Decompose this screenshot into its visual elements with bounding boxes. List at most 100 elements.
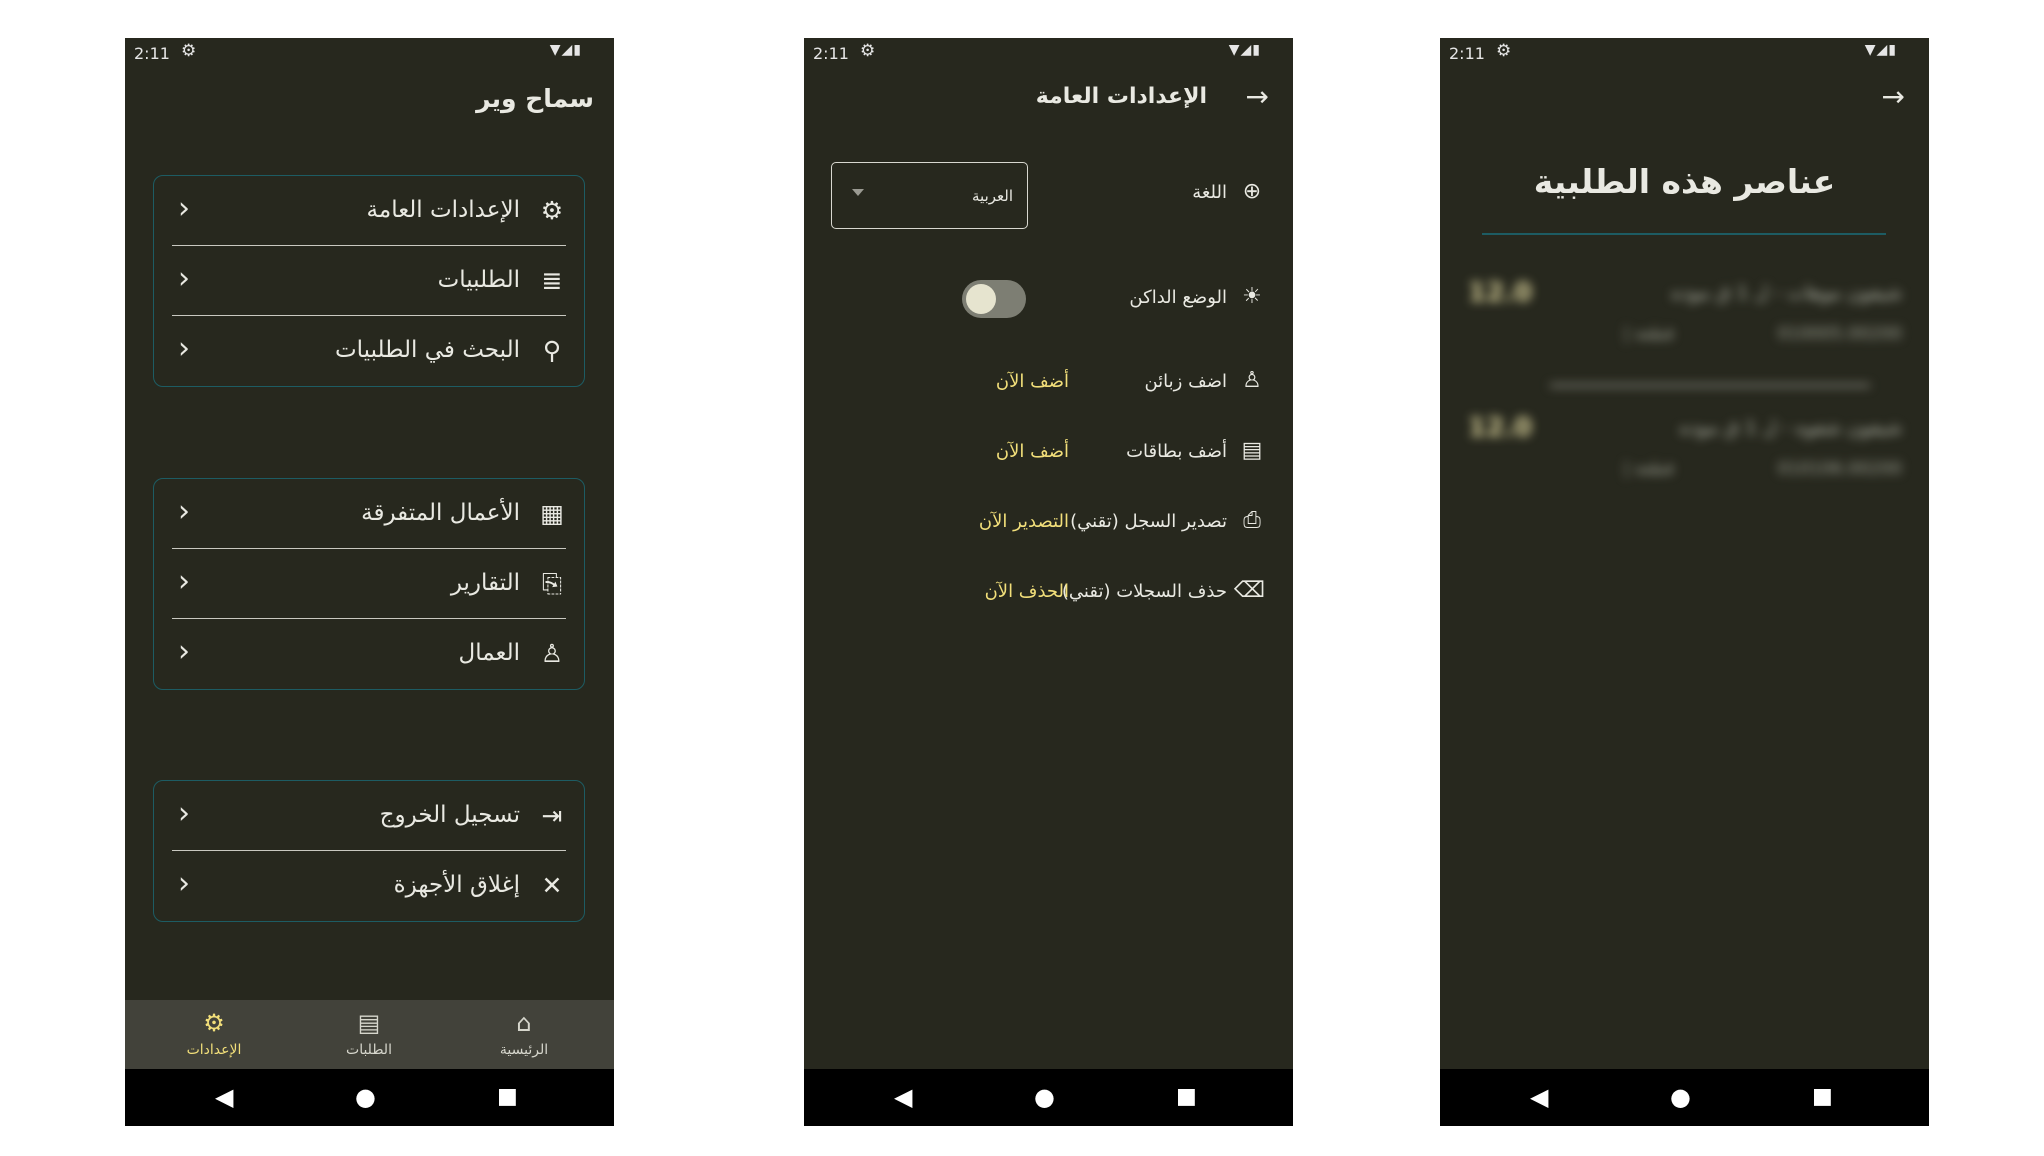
item-unit: قطعة | [1623, 324, 1674, 344]
language-select[interactable]: العربية [831, 162, 1028, 229]
chevron-left-icon: ‹ [178, 331, 190, 366]
chevron-left-icon: ‹ [178, 191, 190, 226]
chevron-left-icon: ‹ [178, 796, 190, 831]
chevron-left-icon: ‹ [178, 866, 190, 901]
dropdown-caret-icon [852, 189, 864, 196]
dark-mode-label: الوضع الداكن [1129, 287, 1227, 308]
system-status-icons: ▼◢▮ [1864, 42, 1897, 58]
gear-icon: ⚙ [540, 196, 564, 225]
language-select-value: العربية [972, 187, 1013, 205]
menu-item-label: تسجيل الخروج [379, 802, 520, 828]
menu-item-label: إغلاق الأجهزة [393, 872, 520, 898]
back-arrow-icon[interactable]: → [1246, 80, 1269, 113]
system-nav-bar: ◀ ● ■ [804, 1069, 1293, 1126]
cards-icon: ▤ [1241, 438, 1263, 463]
order-items-list: شيفون موهات - ل 1 ق موده 12.0 010005.002… [1462, 268, 1908, 508]
list-item[interactable]: شيفون موهات - ل 1 ق موده 12.0 010005.002… [1462, 268, 1908, 368]
status-time: 2:11 [813, 44, 849, 63]
item-name: شيفون موهات - ل 1 ق موده [1671, 282, 1902, 304]
bottom-nav-orders[interactable]: ▤ الطلبات [309, 1008, 429, 1058]
general-settings-screen: 2:11 ⚙ ▼◢▮ → الإعدادات العامة ⊕ اللغة ال… [804, 38, 1293, 1126]
gear-icon: ⚙ [860, 41, 876, 61]
page-title: عناصر هذه الطلبية [1533, 162, 1836, 201]
export-log-label: تصدير السجل (تقني) [1070, 511, 1227, 532]
logout-icon: ⇥ [541, 801, 563, 830]
chevron-left-icon: ‹ [178, 564, 190, 599]
export-now-button[interactable]: التصدير الآن [919, 511, 1069, 532]
add-cards-button[interactable]: أضف الآن [919, 441, 1069, 462]
page-title: الإعدادات العامة [1035, 84, 1207, 109]
menu-item-misc-works[interactable]: ▦ الأعمال المتفرقة ‹ [172, 479, 566, 549]
bottom-nav-label: الطلبات [346, 1042, 392, 1058]
status-bar: 2:11 ⚙ ▼◢▮ [1440, 38, 1929, 66]
menu-item-search-orders[interactable]: ⚲ البحث في الطلبيات ‹ [172, 316, 566, 386]
toggle-knob [966, 284, 996, 314]
sun-icon: ☀ [1242, 284, 1262, 309]
list-icon: ≣ [541, 266, 563, 295]
system-status-icons: ▼◢▮ [1228, 42, 1261, 58]
bottom-nav-label: الإعدادات [186, 1042, 242, 1058]
status-time: 2:11 [1449, 44, 1485, 63]
add-customers-label: اضف زبائن [1144, 371, 1227, 392]
menu-item-label: الطلبيات [437, 267, 520, 293]
item-quantity: 12.0 [1468, 278, 1533, 308]
page-title: سماح وير [476, 84, 594, 113]
settings-group-1: ⚙ الإعدادات العامة ‹ ≣ الطلبيات ‹ ⚲ البح… [153, 175, 585, 387]
dark-mode-toggle[interactable] [962, 280, 1026, 318]
settings-group-3: ⇥ تسجيل الخروج ‹ ✕ إغلاق الأجهزة ‹ [153, 780, 585, 922]
list-item[interactable]: شيفون شفوه - ل 1 ق موده 12.0 010106.0020… [1462, 403, 1908, 503]
back-triangle-icon[interactable]: ◀ [894, 1082, 912, 1112]
back-arrow-icon[interactable]: → [1882, 80, 1905, 113]
item-quantity: 12.0 [1468, 413, 1533, 443]
add-customers-button[interactable]: أضف الآن [919, 371, 1069, 392]
item-name: شيفون شفوه - ل 1 ق موده [1679, 417, 1902, 439]
recents-square-icon[interactable]: ■ [497, 1082, 518, 1112]
menu-item-label: الإعدادات العامة [366, 197, 520, 223]
export-log-row: ⎙ تصدير السجل (تقني) التصدير الآن [804, 504, 1293, 544]
chevron-left-icon: ‹ [178, 494, 190, 529]
menu-item-workers[interactable]: ♙ العمال ‹ [172, 619, 566, 689]
delete-now-button[interactable]: الحذف الآن [919, 581, 1069, 602]
recents-square-icon[interactable]: ■ [1176, 1082, 1197, 1112]
delete-logs-label: حذف السجلات (تقني) [1061, 581, 1227, 602]
menu-item-orders[interactable]: ≣ الطلبيات ‹ [172, 246, 566, 316]
chevron-left-icon: ‹ [178, 634, 190, 669]
home-circle-icon[interactable]: ● [1670, 1082, 1691, 1112]
gear-icon: ⚙ [203, 1009, 225, 1037]
add-cards-label: أضف بطاقات [1126, 441, 1227, 462]
system-nav-bar: ◀ ● ■ [1440, 1069, 1929, 1126]
menu-item-shutdown-devices[interactable]: ✕ إغلاق الأجهزة ‹ [172, 851, 566, 921]
settings-group-2: ▦ الأعمال المتفرقة ‹ ⎘ التقارير ‹ ♙ العم… [153, 478, 585, 690]
globe-icon: ⊕ [1242, 179, 1262, 204]
bottom-nav-home[interactable]: ⌂ الرئيسية [464, 1008, 584, 1058]
settings-screen: 2:11 ⚙ ▼◢▮ سماح وير ⚙ الإعدادات العامة ‹… [125, 38, 614, 1126]
file-export-icon: ⎙ [1243, 508, 1261, 533]
menu-item-reports[interactable]: ⎘ التقارير ‹ [172, 549, 566, 619]
item-code: 010005.00200 [1777, 324, 1902, 344]
status-time: 2:11 [134, 44, 170, 63]
menu-item-logout[interactable]: ⇥ تسجيل الخروج ‹ [172, 781, 566, 851]
gear-icon: ⚙ [181, 41, 197, 61]
home-icon: ⌂ [516, 1009, 532, 1037]
back-triangle-icon[interactable]: ◀ [1530, 1082, 1548, 1112]
add-customers-row: ♙ اضف زبائن أضف الآن [804, 364, 1293, 404]
language-label: اللغة [1192, 182, 1227, 203]
dark-mode-row: ☀ الوضع الداكن [804, 280, 1293, 320]
search-icon: ⚲ [542, 336, 562, 365]
delete-file-icon: ⌫ [1233, 578, 1265, 603]
menu-item-general-settings[interactable]: ⚙ الإعدادات العامة ‹ [172, 176, 566, 246]
list-alt-icon: ▤ [357, 1009, 381, 1037]
recents-square-icon[interactable]: ■ [1812, 1082, 1833, 1112]
back-triangle-icon[interactable]: ◀ [215, 1082, 233, 1112]
bottom-nav-settings[interactable]: ⚙ الإعدادات [154, 1008, 274, 1058]
order-items-screen: 2:11 ⚙ ▼◢▮ → عناصر هذه الطلبية شيفون موه… [1440, 38, 1929, 1126]
gear-icon: ⚙ [1496, 41, 1512, 61]
add-cards-row: ▤ أضف بطاقات أضف الآن [804, 434, 1293, 474]
menu-item-label: العمال [458, 640, 520, 666]
home-circle-icon[interactable]: ● [355, 1082, 376, 1112]
home-circle-icon[interactable]: ● [1034, 1082, 1055, 1112]
menu-item-label: الأعمال المتفرقة [361, 500, 520, 526]
system-nav-bar: ◀ ● ■ [125, 1069, 614, 1126]
status-bar: 2:11 ⚙ ▼◢▮ [804, 38, 1293, 66]
close-icon: ✕ [541, 871, 563, 900]
